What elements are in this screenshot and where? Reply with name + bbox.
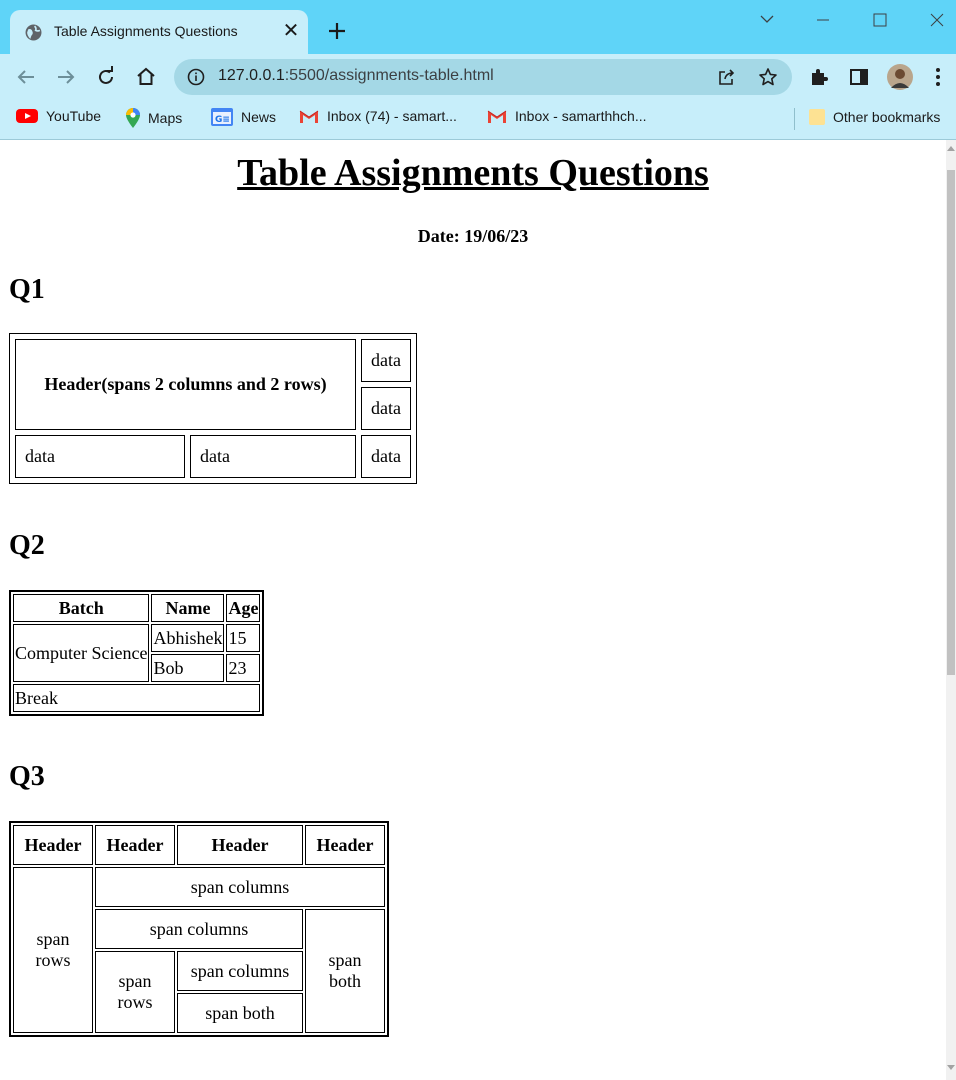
globe-icon	[25, 24, 42, 41]
bookmark-label: Inbox (74) - samart...	[327, 108, 457, 124]
youtube-icon	[16, 109, 38, 123]
table-cell: span rows	[13, 867, 93, 1033]
bookmarks-bar: YouTube Maps G≡ News Inbox (74) - samart…	[0, 100, 956, 140]
table-row: data data data	[15, 435, 411, 478]
table-cell: span both	[177, 993, 303, 1033]
tab-search-chevron-icon[interactable]	[750, 6, 784, 34]
table-row: span rows span columns	[13, 867, 385, 1033]
gmail-icon	[487, 110, 507, 123]
new-tab-plus-icon[interactable]	[325, 19, 349, 43]
browser-toolbar: 127.0.0.1:5500/assignments-table.html	[0, 54, 956, 100]
bookmark-inbox-2[interactable]: Inbox - samarthhch...	[487, 108, 647, 124]
table-cell: data	[361, 435, 411, 478]
table-cell: 15	[226, 624, 261, 652]
table-cell: span columns	[95, 909, 303, 949]
forward-arrow-icon[interactable]	[54, 65, 78, 89]
table-header-cell: Name	[151, 594, 225, 622]
table-header-cell: Age	[226, 594, 261, 622]
side-panel-icon[interactable]	[847, 65, 871, 89]
table-row: Break	[13, 684, 261, 712]
table-row: Computer Science Abhishek 15	[13, 624, 261, 682]
folder-icon	[809, 109, 825, 125]
gmail-icon	[299, 110, 319, 123]
bookmark-label: Maps	[148, 110, 183, 126]
bookmark-label: Inbox - samarthhch...	[515, 108, 647, 124]
other-bookmarks-label: Other bookmarks	[833, 109, 941, 125]
site-info-icon[interactable]	[187, 68, 205, 86]
bookmark-inbox-1[interactable]: Inbox (74) - samart...	[299, 108, 457, 124]
table-cell: Bob	[151, 654, 225, 682]
table-header-cell: Header	[305, 825, 385, 865]
reload-icon[interactable]	[94, 65, 118, 89]
home-icon[interactable]	[134, 65, 158, 89]
table-cell: Break	[13, 684, 261, 712]
profile-avatar-icon[interactable]	[886, 63, 914, 91]
bookmark-maps[interactable]: Maps	[126, 108, 182, 128]
q3-heading: Q3	[9, 761, 45, 792]
minimize-icon[interactable]	[806, 6, 840, 34]
url-path: :5500/assignments-table.html	[284, 67, 494, 84]
q2-heading: Q2	[9, 530, 45, 561]
q1-header-cell: Header(spans 2 columns and 2 rows)	[15, 339, 356, 430]
q2-table: Batch Name Age Computer Science Abhishek…	[9, 590, 265, 716]
vertical-scrollbar[interactable]	[946, 140, 956, 1080]
url-text: 127.0.0.1:5500/assignments-table.html	[218, 67, 494, 85]
table-cell: data	[15, 435, 185, 478]
browser-chrome: Table Assignments Questions ✕ 127.0.0.1:…	[0, 0, 956, 140]
more-menu-icon[interactable]	[926, 65, 950, 89]
table-cell: 23	[226, 654, 261, 682]
table-header-cell: Header	[95, 825, 175, 865]
bookmark-label: YouTube	[46, 108, 102, 124]
close-window-icon[interactable]	[920, 6, 954, 34]
browser-tab-active[interactable]: Table Assignments Questions ✕	[10, 10, 308, 54]
table-row: Header(spans 2 columns and 2 rows) data	[15, 339, 411, 430]
share-icon[interactable]	[717, 67, 737, 87]
scroll-down-arrow-icon[interactable]	[946, 1062, 956, 1074]
q3-table: Header Header Header Header span rows sp…	[9, 821, 389, 1037]
page-content: Table Assignments Questions Date: 19/06/…	[0, 140, 946, 1080]
table-cell: span rows	[95, 951, 175, 1033]
table-header-cell: Header	[13, 825, 93, 865]
svg-text:G≡: G≡	[215, 115, 230, 125]
url-host: 127.0.0.1	[218, 67, 285, 84]
q1-heading: Q1	[9, 274, 45, 305]
table-cell: data	[361, 339, 411, 382]
bookmarks-separator	[794, 108, 795, 130]
table-row: Header Header Header Header	[13, 825, 385, 865]
table-cell: span columns	[177, 951, 303, 991]
bookmark-star-icon[interactable]	[758, 67, 778, 87]
scroll-up-arrow-icon[interactable]	[946, 142, 956, 154]
maps-icon	[126, 108, 140, 128]
tab-close-icon[interactable]: ✕	[281, 21, 301, 41]
back-arrow-icon[interactable]	[14, 65, 38, 89]
maximize-icon[interactable]	[863, 6, 897, 34]
table-cell: data	[190, 435, 356, 478]
bookmark-news[interactable]: G≡ News	[211, 108, 276, 126]
extensions-puzzle-icon[interactable]	[807, 65, 831, 89]
bookmark-youtube[interactable]: YouTube	[16, 108, 101, 124]
other-bookmarks[interactable]: Other bookmarks	[809, 108, 940, 126]
page-date: Date: 19/06/23	[417, 226, 529, 246]
address-bar[interactable]: 127.0.0.1:5500/assignments-table.html	[174, 59, 792, 95]
bookmark-label: News	[241, 109, 277, 125]
table-cell: Computer Science	[13, 624, 150, 682]
tab-title: Table Assignments Questions	[54, 23, 238, 39]
q1-table: Header(spans 2 columns and 2 rows) data …	[9, 333, 417, 484]
scrollbar-thumb[interactable]	[947, 170, 955, 675]
table-header-cell: Batch	[13, 594, 150, 622]
table-header-cell: Header	[177, 825, 303, 865]
table-row: Batch Name Age	[13, 594, 261, 622]
page-title: Table Assignments Questions	[237, 152, 709, 194]
news-icon: G≡	[211, 108, 233, 126]
table-cell: Abhishek	[151, 624, 225, 652]
table-cell: data	[361, 387, 411, 430]
table-cell: span columns	[95, 867, 385, 907]
table-cell: span both	[305, 909, 385, 1033]
